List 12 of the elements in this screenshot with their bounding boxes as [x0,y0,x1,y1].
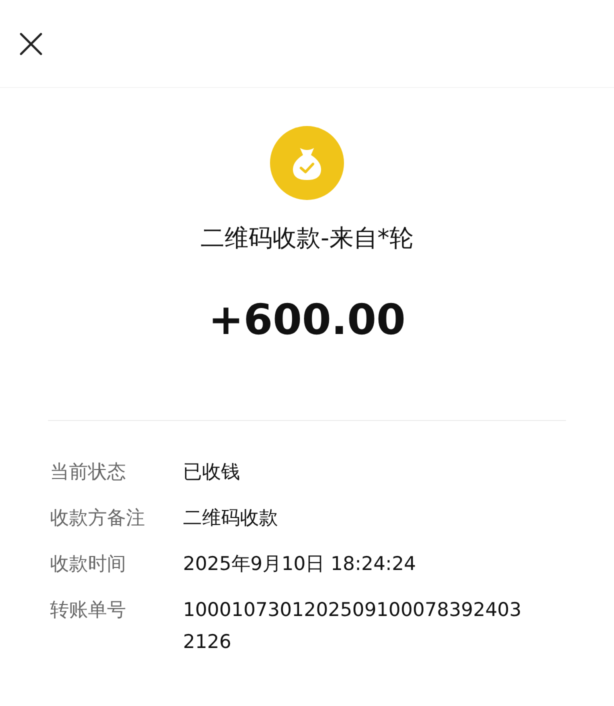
detail-label: 转账单号 [50,598,127,623]
detail-value: 已收钱 [183,460,241,485]
detail-value: 二维码收款 [183,506,279,531]
money-bag-icon [270,126,344,200]
transaction-title: 二维码收款-来自*轮 [200,223,414,254]
close-icon[interactable] [19,32,43,56]
detail-label: 收款方备注 [50,506,146,531]
amount: +600.00 [208,294,406,346]
detail-value: 10001073012025091000783924032126 [183,598,522,655]
detail-label: 收款时间 [50,552,127,577]
detail-label: 当前状态 [50,460,127,485]
detail-value: 2025年9月10日 18:24:24 [183,552,417,577]
